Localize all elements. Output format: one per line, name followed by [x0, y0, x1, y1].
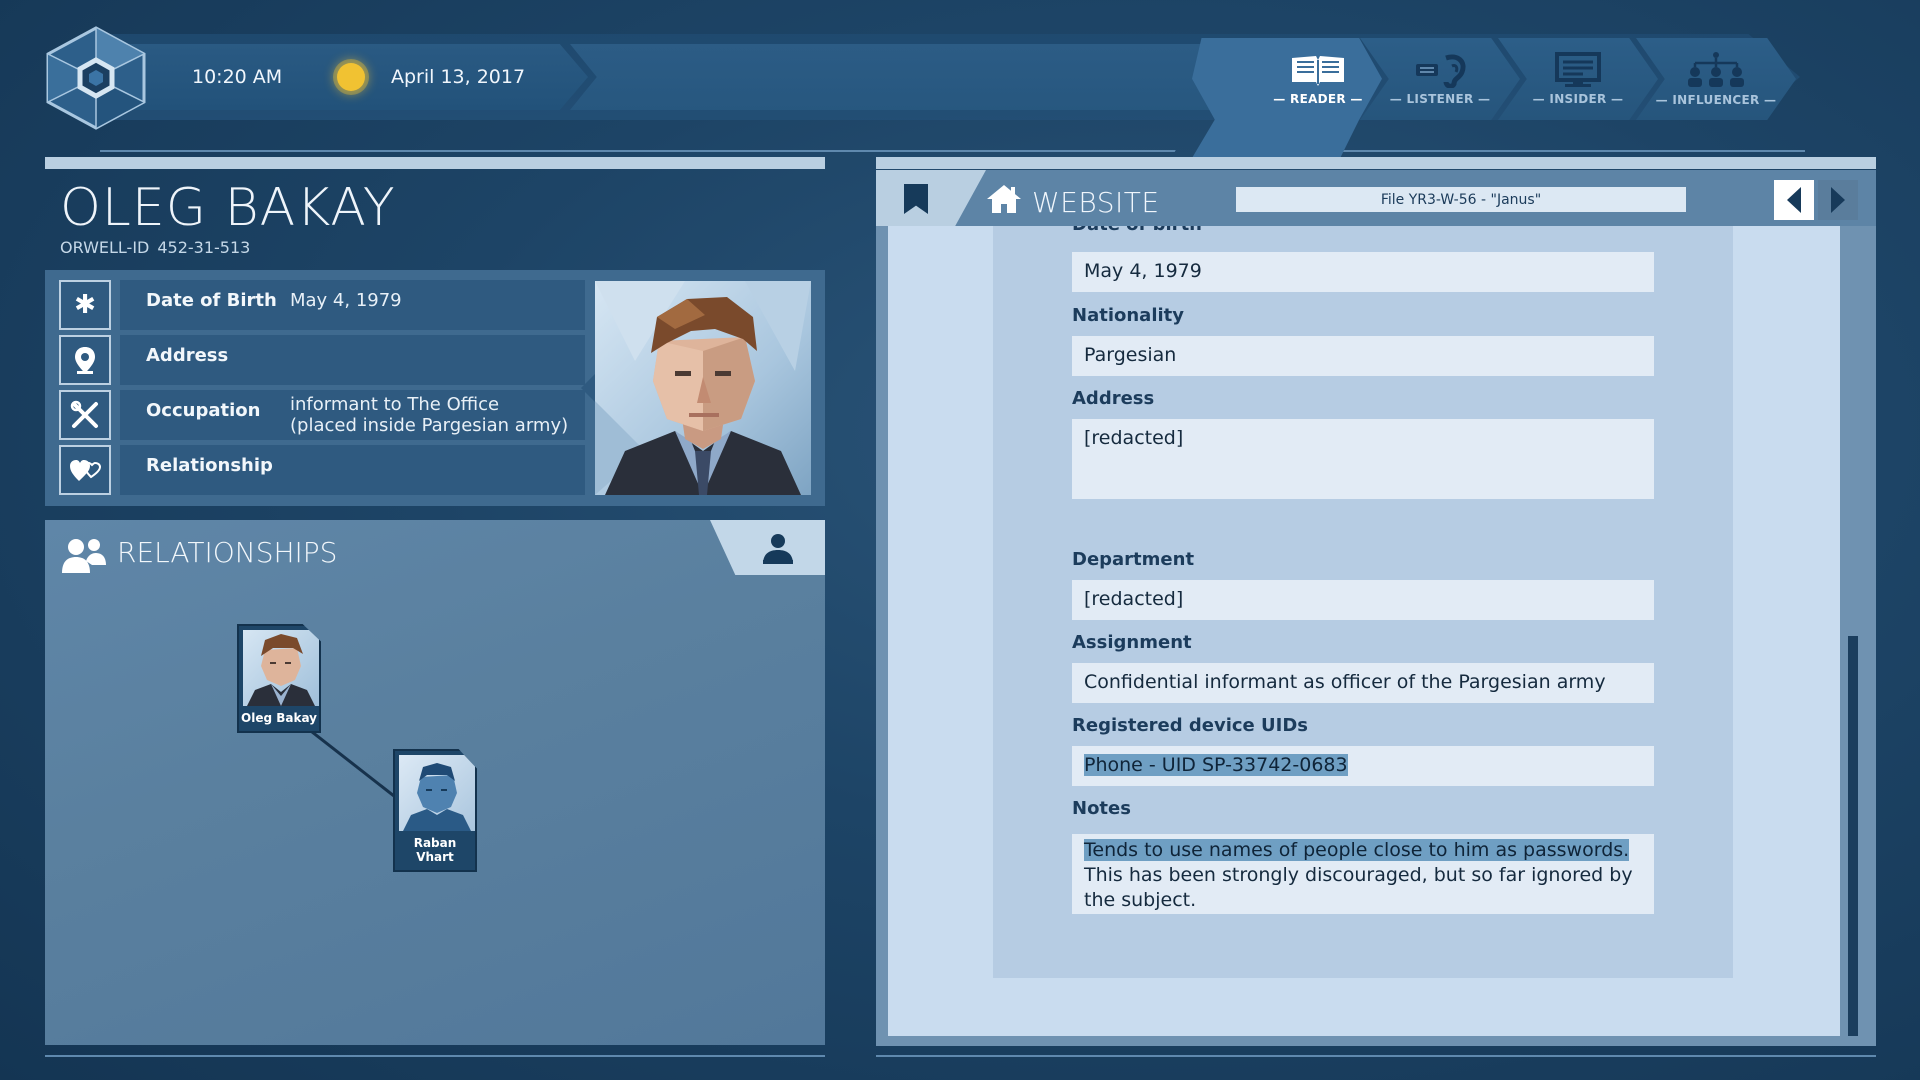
info-row-address[interactable]: Address	[120, 335, 585, 385]
node-photo-oleg	[243, 630, 319, 706]
sun-icon	[337, 63, 365, 91]
assignment-label: Assignment	[1072, 632, 1192, 653]
clock-time: 10:20 AM	[192, 66, 283, 88]
dob-label: Date of birth	[1072, 226, 1202, 235]
relationship-node-oleg[interactable]: Oleg Bakay	[237, 624, 321, 733]
notes-highlight[interactable]: Tends to use names of people close to hi…	[1084, 839, 1630, 861]
page-scrollbar[interactable]	[1848, 636, 1858, 1036]
tools-icon	[59, 390, 111, 440]
notes-line-3: the subject.	[1084, 889, 1197, 911]
node-photo-raban	[399, 755, 475, 831]
clock-segment: 10:20 AM April 13, 2017	[118, 44, 588, 110]
mode-listener-label: — LISTENER —	[1389, 92, 1491, 106]
notes-label: Notes	[1072, 798, 1131, 819]
hearts-icon	[59, 445, 111, 495]
info-row-dob[interactable]: Date of Birth May 4, 1979	[120, 280, 585, 330]
top-bar-underline-right	[1335, 122, 1805, 152]
dob-field[interactable]: May 4, 1979	[1072, 252, 1654, 292]
info-row-dob-label: Date of Birth	[146, 290, 277, 311]
department-field[interactable]: [redacted]	[1072, 580, 1654, 620]
node-name-raban: Raban Vhart	[413, 836, 457, 864]
orwell-logo	[46, 26, 146, 130]
monitor-icon	[1555, 52, 1601, 87]
clock-date: April 13, 2017	[391, 66, 526, 88]
info-row-occupation-label: Occupation	[146, 400, 261, 421]
top-bar-middle-segment	[570, 44, 1240, 110]
browser-top-rule	[876, 157, 1876, 169]
left-bottom-rule	[45, 1055, 825, 1057]
dob-label-clip: Date of birth	[0, 226, 1920, 252]
device-uid-highlight[interactable]: Phone - UID SP-33742-0683	[1084, 754, 1348, 776]
back-button[interactable]	[1774, 180, 1814, 220]
info-row-relationship[interactable]: Relationship	[120, 445, 585, 495]
info-row-occupation[interactable]: Occupation informant to The Office (plac…	[120, 390, 585, 440]
info-row-occupation-value: informant to The Office (placed inside P…	[290, 394, 568, 436]
node-name-oleg: Oleg Bakay	[241, 711, 317, 725]
network-icon	[1688, 52, 1744, 87]
book-icon	[1292, 56, 1344, 86]
forward-button[interactable]	[1818, 180, 1858, 220]
location-pin-icon	[59, 335, 111, 385]
file-title-bar: File YR3-W-56 - "Janus"	[1236, 187, 1686, 212]
people-icon	[62, 539, 106, 573]
person-icon	[762, 533, 793, 564]
relationship-node-raban[interactable]: Raban Vhart	[393, 749, 477, 872]
devices-label: Registered device UIDs	[1072, 715, 1308, 736]
nationality-field[interactable]: Pargesian	[1072, 336, 1654, 376]
info-row-relationship-label: Relationship	[146, 455, 273, 476]
address-field[interactable]: [redacted]	[1072, 419, 1654, 499]
right-bottom-rule	[876, 1055, 1876, 1057]
ear-icon	[1416, 54, 1466, 88]
arrow-right-icon	[1831, 187, 1845, 213]
info-row-dob-value: May 4, 1979	[290, 290, 402, 311]
portrait-image	[595, 281, 811, 495]
notes-field[interactable]: Tends to use names of people close to hi…	[1072, 834, 1654, 914]
profile-top-rule	[45, 157, 825, 169]
relationships-title: RELATIONSHIPS	[117, 536, 338, 569]
home-icon[interactable]	[986, 184, 1022, 214]
arrow-left-icon	[1787, 187, 1801, 213]
occupation-line-1: informant to The Office	[290, 394, 500, 415]
info-row-address-label: Address	[146, 345, 229, 366]
assignment-field[interactable]: Confidential informant as officer of the…	[1072, 663, 1654, 703]
top-bar-underline	[100, 122, 1190, 152]
profile-portrait	[595, 281, 811, 495]
notes-line-2: This has been strongly discouraged, but …	[1084, 864, 1633, 886]
nationality-label: Nationality	[1072, 305, 1184, 326]
occupation-line-2: (placed inside Pargesian army)	[290, 415, 569, 436]
devices-field[interactable]: Phone - UID SP-33742-0683	[1072, 746, 1654, 786]
website-tab-label: WEBSITE	[1032, 186, 1160, 219]
asterisk-icon: ✱	[59, 280, 111, 330]
mode-influencer-label: — INFLUENCER —	[1655, 93, 1777, 107]
department-label: Department	[1072, 549, 1195, 570]
mode-reader-label: — READER —	[1273, 92, 1363, 106]
address-label: Address	[1072, 388, 1155, 409]
mode-insider-label: — INSIDER —	[1532, 92, 1624, 106]
